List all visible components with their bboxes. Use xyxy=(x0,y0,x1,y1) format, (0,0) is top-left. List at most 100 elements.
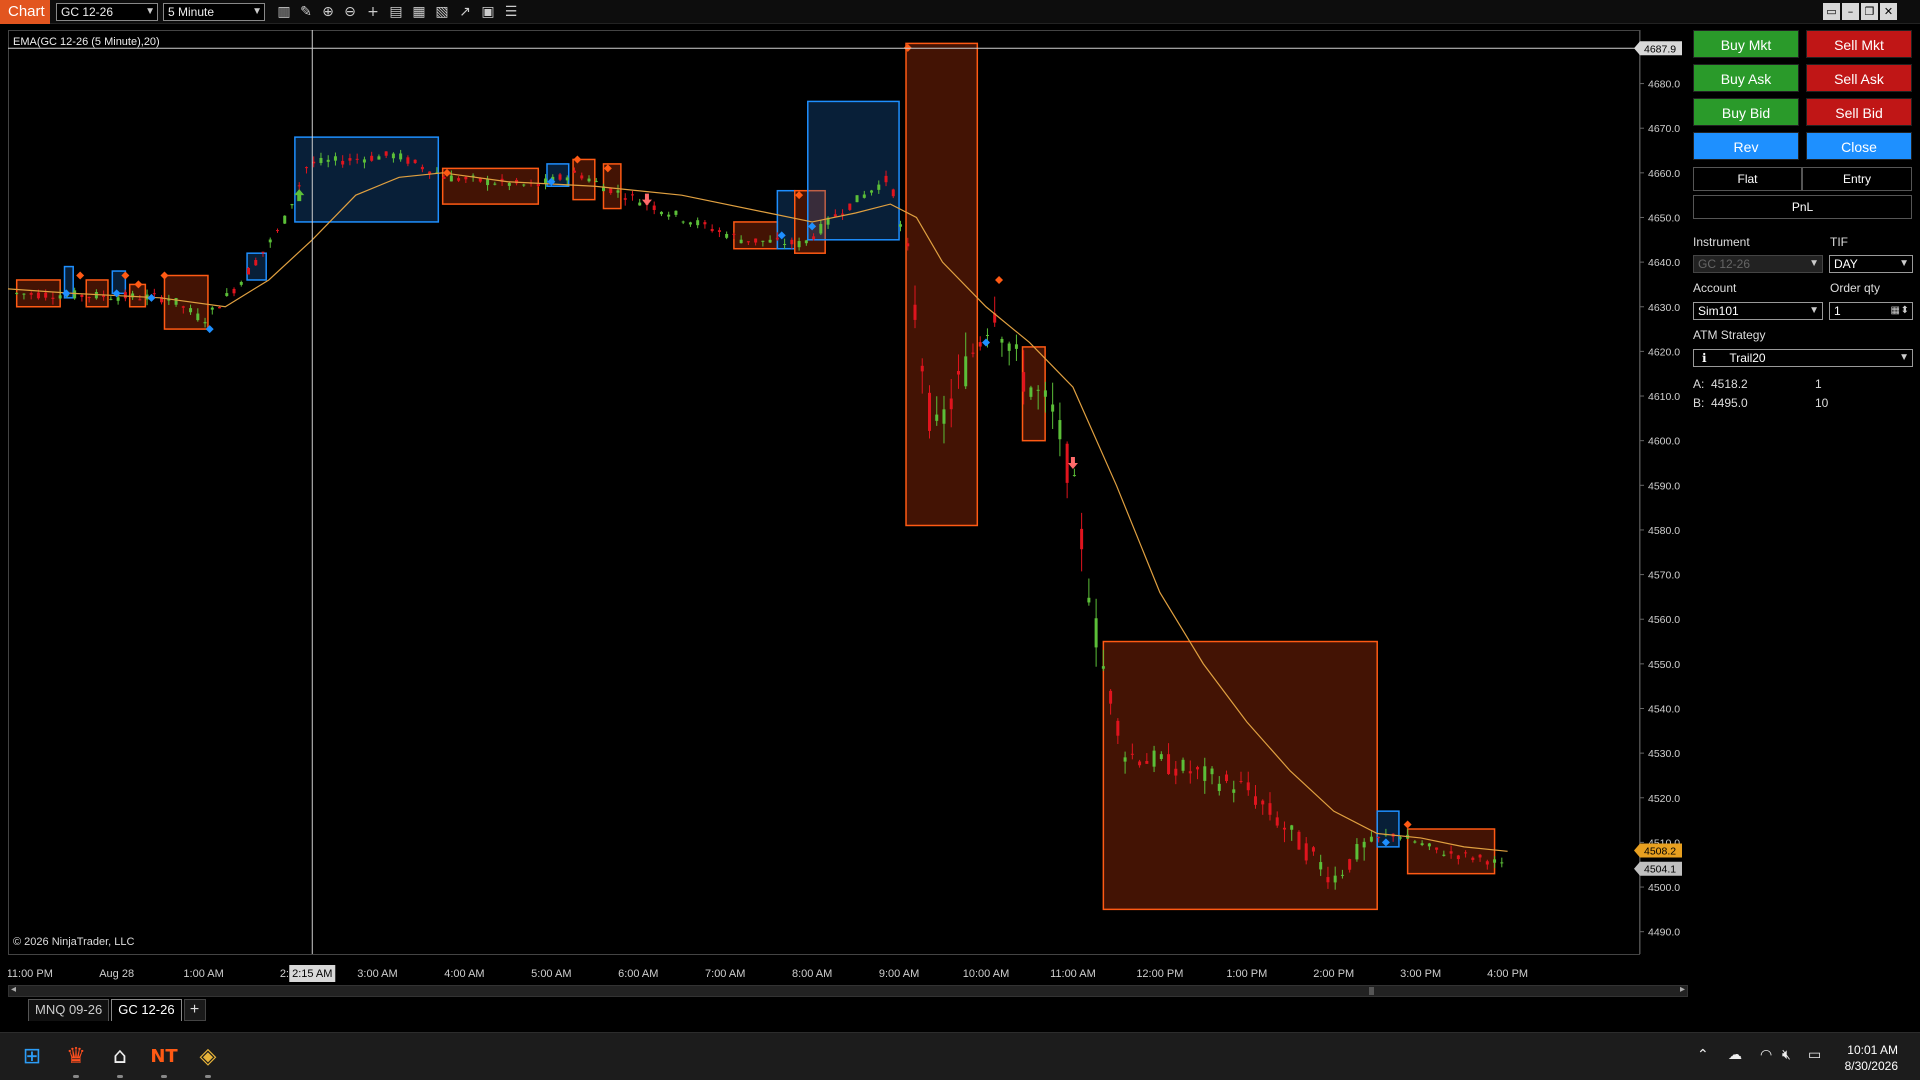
candle-down xyxy=(536,183,540,187)
candle-down xyxy=(949,398,953,410)
zoom-in-icon[interactable]: ⊕ xyxy=(318,3,338,21)
buy-ask-button[interactable]: Buy Ask xyxy=(1693,64,1799,92)
tif-select[interactable]: DAY ▼ xyxy=(1829,255,1913,273)
price-chart[interactable]: 4490.04500.04510.04520.04530.04540.04550… xyxy=(8,30,1688,985)
properties-icon[interactable]: ☰ xyxy=(501,3,521,21)
strategies-icon[interactable]: ↗ xyxy=(455,3,475,21)
cloud-icon[interactable]: ☁ xyxy=(1728,1047,1742,1063)
bank-icon[interactable]: ⌂ xyxy=(104,1041,136,1073)
bull-zone-box xyxy=(294,136,440,223)
title-bar: Chart GC 12-26 ▼ 5 Minute ▼ ▥ ✎ ⊕ ⊖ + ▤ … xyxy=(0,0,1920,24)
chart-scrollbar[interactable]: ◂ ▸ xyxy=(8,984,1688,997)
candle-up xyxy=(507,182,511,186)
tile-icon[interactable]: ▭ xyxy=(1823,3,1840,20)
instrument-selector[interactable]: GC 12-26 ▼ xyxy=(56,3,158,21)
minimize-icon[interactable]: – xyxy=(1842,3,1859,20)
candle-down xyxy=(247,268,251,275)
sell-ask-button[interactable]: Sell Ask xyxy=(1806,64,1912,92)
y-tick-label: 4640.0 xyxy=(1648,257,1680,269)
x-tick-label: 2:00 PM xyxy=(1313,968,1354,980)
y-tick-label: 4590.0 xyxy=(1648,480,1680,492)
y-tick-label: 4660.0 xyxy=(1648,168,1680,180)
restore-icon[interactable]: ❐ xyxy=(1861,3,1878,20)
candle-up xyxy=(935,414,939,421)
tab-mnq[interactable]: MNQ 09-26 xyxy=(28,999,110,1021)
reverse-button[interactable]: Rev xyxy=(1693,132,1799,160)
candle-down xyxy=(1116,720,1120,736)
drawing-tool-icon[interactable]: ✎ xyxy=(296,3,316,21)
windows-start-icon[interactable]: ⊞ xyxy=(16,1041,48,1073)
pnl-cell: PnL xyxy=(1693,195,1912,219)
running-indicator xyxy=(73,1075,79,1078)
candle-up xyxy=(942,409,946,424)
sell-market-button[interactable]: Sell Mkt xyxy=(1806,30,1912,58)
sell-bid-button[interactable]: Sell Bid xyxy=(1806,98,1912,126)
crosshair-time-flag-text: 2:15 AM xyxy=(292,968,332,980)
battery-icon[interactable]: ▭ xyxy=(1808,1047,1821,1063)
bar-type-icon[interactable]: ▥ xyxy=(274,3,294,21)
candle-up xyxy=(109,298,113,300)
templates-icon[interactable]: ▣ xyxy=(478,3,498,21)
wifi-icon[interactable]: ◠ xyxy=(1760,1047,1772,1063)
candle-down xyxy=(1022,372,1026,392)
order-qty-stepper[interactable]: 1 ▦ ⬍ xyxy=(1829,302,1913,320)
candle-up xyxy=(1058,420,1062,440)
buy-bid-button[interactable]: Buy Bid xyxy=(1693,98,1799,126)
candle-down xyxy=(732,233,736,235)
candle-up xyxy=(674,210,678,215)
zoom-out-icon[interactable]: ⊖ xyxy=(340,3,360,21)
buy-market-button[interactable]: Buy Mkt xyxy=(1693,30,1799,58)
candle-up xyxy=(1036,389,1040,391)
last-price-flag-text: 4508.2 xyxy=(1644,845,1676,857)
bull-zone-box xyxy=(246,252,267,281)
bid-price: 4495.0 xyxy=(1711,396,1748,410)
account-select[interactable]: Sim101 ▼ xyxy=(1693,302,1823,320)
interval-selector[interactable]: 5 Minute ▼ xyxy=(163,3,265,21)
bear-zone-box xyxy=(905,42,979,527)
chevron-up-icon[interactable]: ⌃ xyxy=(1697,1047,1709,1063)
candle-down xyxy=(1275,817,1279,826)
close-icon[interactable]: ✕ xyxy=(1880,3,1897,20)
ninjatrader-icon[interactable]: NT xyxy=(148,1041,180,1073)
candle-up xyxy=(290,204,294,206)
crosshair-icon[interactable]: + xyxy=(363,3,383,21)
candle-down xyxy=(1304,843,1308,861)
stepper-icon[interactable]: ⬍ xyxy=(1901,303,1909,319)
candle-down xyxy=(790,239,794,245)
info-icon[interactable]: ℹ xyxy=(1698,350,1714,366)
candle-down xyxy=(906,243,910,247)
copyright-text: © 2026 NinjaTrader, LLC xyxy=(13,936,135,948)
volume-mute-icon[interactable]: 🔇︎ xyxy=(1782,1047,1791,1063)
close-position-button[interactable]: Close xyxy=(1806,132,1912,160)
scroll-left-icon[interactable]: ◂ xyxy=(11,984,16,995)
sell-signal-marker xyxy=(76,271,85,280)
candle-up xyxy=(659,211,663,215)
atm-strategy-label: ATM Strategy xyxy=(1693,328,1766,342)
candle-up xyxy=(326,159,330,162)
chart-trader-icon[interactable]: ▦ xyxy=(409,3,429,21)
data-box-icon[interactable]: ▤ xyxy=(386,3,406,21)
candle-down xyxy=(775,237,779,240)
candle-down xyxy=(1138,761,1142,766)
atm-strategy-select[interactable]: ℹ Trail20 ▼ xyxy=(1693,349,1913,367)
scrollbar-thumb[interactable] xyxy=(1369,987,1374,995)
tab-gc[interactable]: GC 12-26 xyxy=(111,999,182,1021)
calculator-icon[interactable]: ▦ xyxy=(1891,303,1900,319)
clock-date[interactable]: 8/30/2026 xyxy=(1845,1059,1898,1073)
candle-down xyxy=(297,185,301,187)
clock-time[interactable]: 10:01 AM xyxy=(1847,1043,1898,1057)
candle-up xyxy=(1413,841,1417,843)
brave-browser-icon[interactable]: ♛ xyxy=(60,1041,92,1073)
candle-down xyxy=(370,155,374,161)
running-indicator xyxy=(161,1075,167,1078)
git-icon[interactable]: ◈ xyxy=(192,1041,224,1073)
candle-up xyxy=(797,241,801,248)
candle-up xyxy=(1014,344,1018,349)
chevron-down-icon: ▼ xyxy=(145,6,155,17)
candle-down xyxy=(413,159,417,163)
candle-down xyxy=(123,292,127,299)
candle-down xyxy=(1145,760,1149,764)
scroll-right-icon[interactable]: ▸ xyxy=(1680,984,1685,995)
indicators-icon[interactable]: ▧ xyxy=(432,3,452,21)
add-tab-button[interactable]: + xyxy=(183,999,206,1021)
